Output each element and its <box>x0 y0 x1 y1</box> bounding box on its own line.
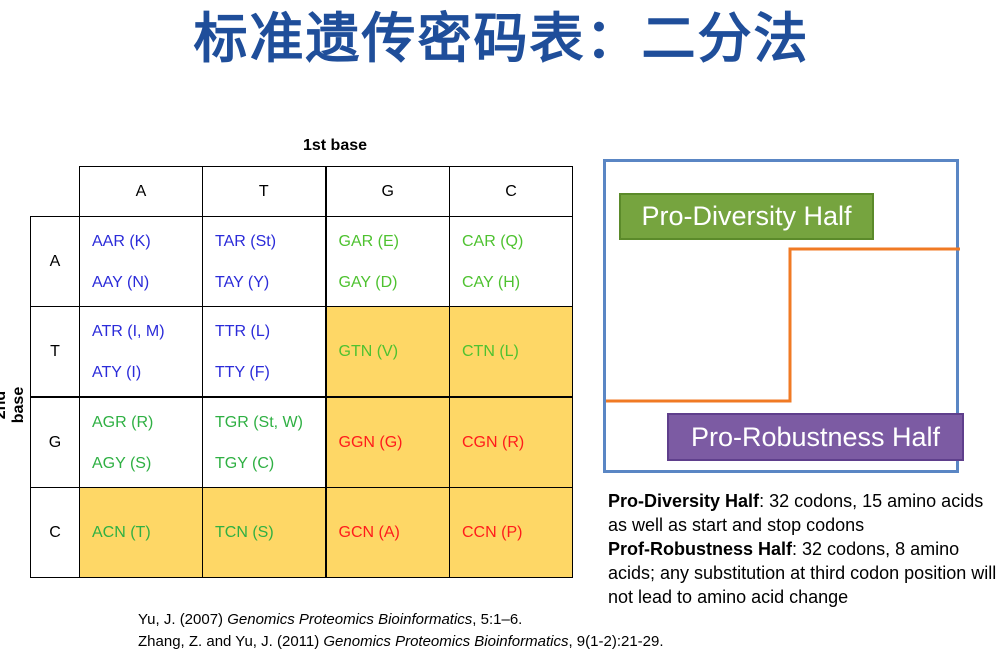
reference-volume: , 5:1–6. <box>472 611 523 628</box>
codon-line: CAY (H) <box>462 273 521 291</box>
codon-line: TTR (L) <box>215 322 271 340</box>
pro-diversity-box: Pro-Diversity Half <box>619 193 874 240</box>
codon-cell: AAR (K) AAY (N) <box>79 216 203 307</box>
codon-line: TGR (St, W) <box>215 413 303 431</box>
reference-journal: Genomics Proteomics Bioinformatics <box>323 633 569 650</box>
codon-line: AAY (N) <box>92 273 150 291</box>
codon-line: AGY (S) <box>92 454 152 472</box>
codon-line: TCN (S) <box>215 523 274 541</box>
codon-line: GAY (D) <box>338 273 398 291</box>
codon-line: TAR (St) <box>215 232 277 250</box>
reference-item: Yu, J. (2007) Genomics Proteomics Bioinf… <box>138 609 664 631</box>
second-base-label: 2nd base <box>0 386 27 424</box>
codon-line: ATY (I) <box>92 363 142 381</box>
codon-line: GTN (V) <box>338 342 399 360</box>
codon-line: CCN (P) <box>462 523 523 541</box>
codon-line: ATR (I, M) <box>92 322 165 340</box>
codon-line: GAR (E) <box>338 232 399 250</box>
references: Yu, J. (2007) Genomics Proteomics Bioinf… <box>138 609 664 653</box>
robustness-term: Prof-Robustness Half <box>608 539 793 559</box>
pro-robustness-box: Pro-Robustness Half <box>667 413 964 461</box>
column-header-g: G <box>324 166 450 217</box>
codon-cell-highlighted: TCN (S) <box>202 487 326 578</box>
reference-authors: Yu, J. (2007) <box>138 611 228 628</box>
codon-cell: CAR (Q) CAY (H) <box>449 216 573 307</box>
codon-cell: AGR (R) AGY (S) <box>79 396 203 488</box>
codon-line: CTN (L) <box>462 342 519 360</box>
column-header-a: A <box>79 166 203 217</box>
codon-line: AAR (K) <box>92 232 151 250</box>
codon-cell: TTR (L) TTY (F) <box>202 306 326 398</box>
row-header-c: C <box>30 487 80 578</box>
row-header-a: A <box>30 216 80 307</box>
codon-line: GCN (A) <box>338 523 400 541</box>
codon-line: CGN (R) <box>462 433 525 451</box>
reference-journal: Genomics Proteomics Bioinformatics <box>227 611 473 628</box>
codon-cell: GAR (E) GAY (D) <box>324 216 450 307</box>
codon-cell-highlighted: GTN (V) <box>324 306 450 398</box>
codon-line: TGY (C) <box>215 454 275 472</box>
row-header-t: T <box>30 306 80 398</box>
reference-item: Zhang, Z. and Yu, J. (2011) Genomics Pro… <box>138 631 664 653</box>
codon-line: TTY (F) <box>215 363 270 381</box>
description: Pro-Diversity Half: 32 codons, 15 amino … <box>608 489 1003 609</box>
codon-cell-highlighted: GGN (G) <box>324 396 450 488</box>
column-header-t: T <box>202 166 326 217</box>
codon-line: CAR (Q) <box>462 232 524 250</box>
diversity-term: Pro-Diversity Half <box>608 491 760 511</box>
codon-line: AGR (R) <box>92 413 154 431</box>
codon-cell: TGR (St, W) TGY (C) <box>202 396 326 488</box>
slide-title: 标准遗传密码表：二分法 <box>193 7 810 70</box>
codon-cell-highlighted: GCN (A) <box>324 487 450 578</box>
codon-cell-highlighted: CGN (R) <box>449 396 573 488</box>
row-header-g: G <box>30 396 80 488</box>
codon-cell-highlighted: ACN (T) <box>79 487 203 578</box>
codon-cell-highlighted: CTN (L) <box>449 306 573 398</box>
table-row: C ACN (T) TCN (S) GCN (A) CCN (P) <box>30 487 573 578</box>
reference-volume: , 9(1-2):21-29. <box>568 633 664 650</box>
table-corner <box>30 166 80 217</box>
codon-cell: ATR (I, M) ATY (I) <box>79 306 203 398</box>
table-row: A AAR (K) AAY (N) TAR (St) TAY (Y) GAR (… <box>30 216 573 307</box>
codon-line: TAY (Y) <box>215 273 270 291</box>
table-row: G AGR (R) AGY (S) TGR (St, W) TGY (C) GG… <box>30 396 573 488</box>
table-row: T ATR (I, M) ATY (I) TTR (L) TTY (F) GTN… <box>30 306 573 398</box>
column-header-c: C <box>449 166 573 217</box>
codon-line: GGN (G) <box>338 433 403 451</box>
reference-authors: Zhang, Z. and Yu, J. (2011) <box>138 633 324 650</box>
codon-cell: TAR (St) TAY (Y) <box>202 216 326 307</box>
codon-cell-highlighted: CCN (P) <box>449 487 573 578</box>
first-base-label: 1st base <box>302 137 368 154</box>
codon-line: ACN (T) <box>92 523 151 541</box>
codon-table: A T G C A AAR (K) AAY (N) TAR (St) TAY (… <box>30 166 573 578</box>
